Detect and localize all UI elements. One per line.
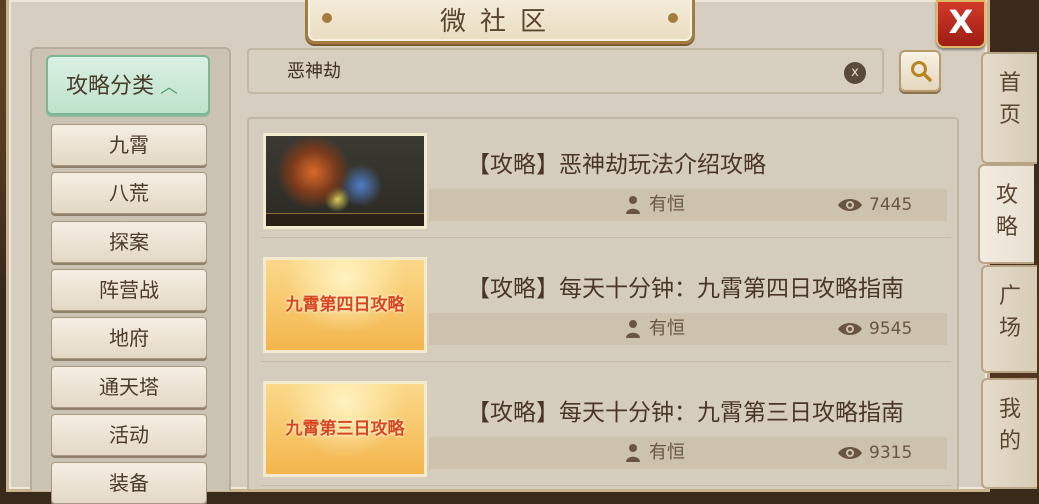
person-icon — [626, 444, 640, 462]
article-item[interactable]: 【攻略】恶神劫玩法介绍攻略 有恒 7445 — [261, 119, 951, 238]
close-button[interactable]: X — [936, 0, 986, 48]
category-item-tanan[interactable]: 探案 — [51, 221, 207, 263]
article-author: 有恒 — [625, 437, 685, 469]
thumbnail-text: 九霄第四日攻略 — [285, 295, 405, 315]
title-plaque: 微社区 — [305, 0, 695, 44]
search-value: 恶神劫 — [287, 61, 341, 82]
tab-mine-char1: 我 — [998, 397, 1021, 422]
thumbnail-text: 九霄第三日攻略 — [285, 419, 405, 439]
search-button[interactable] — [899, 50, 941, 92]
category-item-huodong[interactable]: 活动 — [51, 414, 207, 456]
article-thumbnail: 九霄第三日攻略 — [263, 381, 427, 477]
author-name: 有恒 — [649, 318, 685, 339]
tab-home[interactable]: 首 页 — [981, 52, 1037, 164]
person-icon — [626, 320, 640, 338]
chevron-up-icon: ︿ — [160, 77, 179, 98]
tab-guide-char1: 攻 — [995, 183, 1018, 208]
category-item-zhenyingzhan[interactable]: 阵营战 — [51, 269, 207, 311]
tab-mine-char2: 的 — [998, 429, 1021, 454]
category-header-label: 攻略分类 — [66, 74, 155, 99]
category-item-tongtianta[interactable]: 通天塔 — [51, 366, 207, 408]
author-name: 有恒 — [649, 194, 685, 215]
category-item-jiuxiao[interactable]: 九霄 — [51, 124, 207, 166]
article-author: 有恒 — [625, 189, 685, 221]
article-meta: 有恒 9545 — [429, 313, 947, 345]
article-meta: 有恒 9315 — [429, 437, 947, 469]
article-item[interactable]: 九霄第四日攻略 【攻略】每天十分钟：九霄第四日攻略指南 有恒 9545 — [261, 243, 951, 362]
article-author: 有恒 — [625, 313, 685, 345]
category-sidebar: 攻略分类 ︿ 九霄 八荒 探案 阵营战 地府 通天塔 活动 装备 — [30, 47, 231, 504]
search-input[interactable]: 恶神劫 x — [247, 48, 884, 94]
author-name: 有恒 — [649, 442, 685, 463]
person-icon — [626, 196, 640, 214]
view-count: 7445 — [869, 195, 913, 215]
eye-icon — [838, 323, 862, 335]
article-thumbnail — [263, 133, 427, 229]
tab-square-char2: 场 — [998, 316, 1021, 341]
tab-home-char1: 首 — [998, 71, 1021, 96]
tab-mine[interactable]: 我 的 — [981, 378, 1037, 489]
article-title: 【攻略】每天十分钟：九霄第三日攻略指南 — [467, 400, 904, 426]
window-title: 微社区 — [439, 7, 560, 37]
category-item-bahuang[interactable]: 八荒 — [51, 172, 207, 214]
game-hud-bar — [266, 213, 424, 226]
view-count: 9545 — [869, 319, 913, 339]
category-item-difu[interactable]: 地府 — [51, 317, 207, 359]
tab-square[interactable]: 广 场 — [981, 265, 1037, 373]
ornament-right — [668, 13, 678, 23]
article-title: 【攻略】每天十分钟：九霄第四日攻略指南 — [467, 276, 904, 302]
search-icon — [911, 61, 932, 82]
article-list: 【攻略】恶神劫玩法介绍攻略 有恒 7445 九霄第四日攻略 【攻略】每天十分钟：… — [247, 117, 959, 489]
tab-guide-char2: 略 — [995, 215, 1018, 240]
tab-guide[interactable]: 攻 略 — [978, 164, 1034, 264]
tab-square-char1: 广 — [998, 284, 1021, 309]
clear-search-button[interactable]: x — [844, 62, 866, 84]
ornament-left — [322, 13, 332, 23]
tab-home-char2: 页 — [998, 103, 1021, 128]
eye-icon — [838, 199, 862, 211]
article-thumbnail: 九霄第四日攻略 — [263, 257, 427, 353]
eye-icon — [838, 447, 862, 459]
article-views: 9315 — [837, 437, 912, 469]
article-title: 【攻略】恶神劫玩法介绍攻略 — [467, 152, 766, 178]
view-count: 9315 — [869, 443, 913, 463]
category-header[interactable]: 攻略分类 ︿ — [46, 55, 210, 115]
article-views: 7445 — [837, 189, 912, 221]
category-item-zhuangbei[interactable]: 装备 — [51, 462, 207, 504]
article-views: 9545 — [837, 313, 912, 345]
article-meta: 有恒 7445 — [429, 189, 947, 221]
article-item[interactable]: 九霄第三日攻略 【攻略】每天十分钟：九霄第三日攻略指南 有恒 9315 — [261, 367, 951, 486]
close-icon: X — [948, 3, 974, 41]
